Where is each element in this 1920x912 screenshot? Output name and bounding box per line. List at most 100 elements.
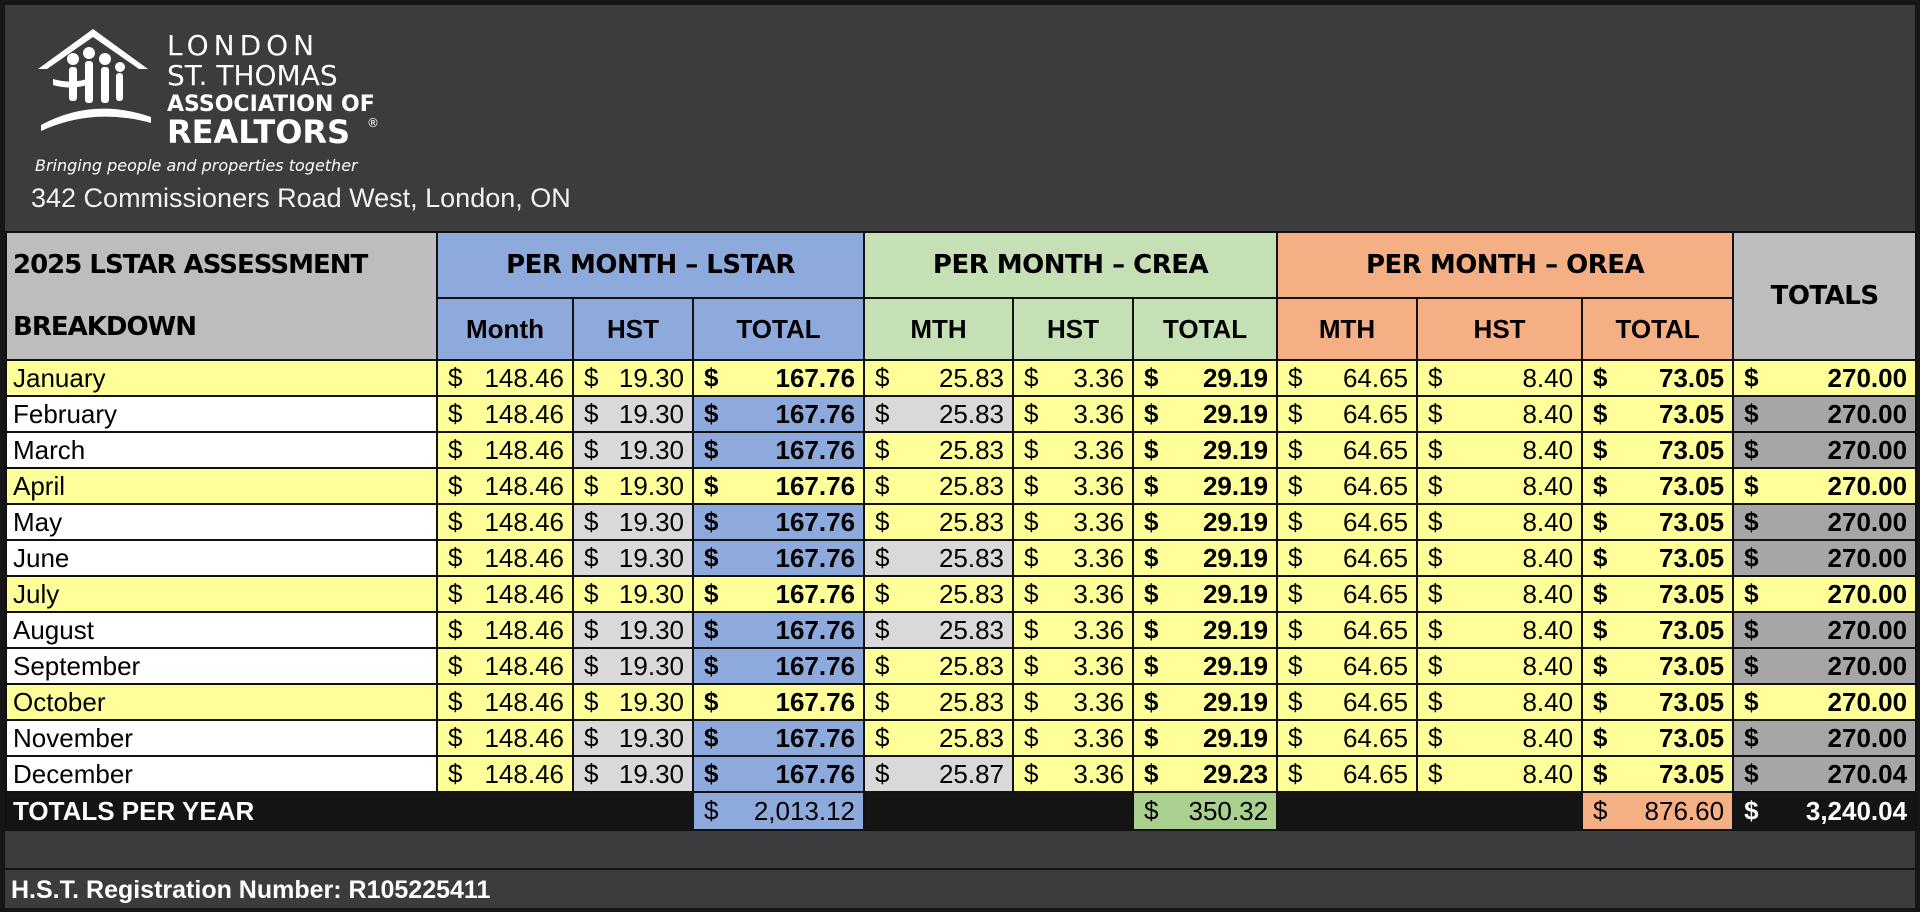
amount-cell: $29.23 — [1132, 755, 1279, 793]
totals-spacer-2 — [1276, 791, 1584, 831]
logo-text-line2: ST. THOMAS — [167, 59, 338, 92]
amount-cell: $25.83 — [863, 539, 1015, 577]
amount-cell: $64.65 — [1276, 503, 1419, 541]
amount-cell: $167.76 — [691, 467, 866, 505]
amount-cell: $167.76 — [691, 719, 866, 757]
month-label: January — [5, 359, 438, 397]
table-title: 2025 LSTAR ASSESSMENT BREAKDOWN — [5, 231, 438, 361]
amount-cell: $19.30 — [572, 503, 694, 541]
amount-cell: $29.19 — [1132, 719, 1279, 757]
assessment-table: 2025 LSTAR ASSESSMENT BREAKDOWN PER MONT… — [5, 231, 1918, 831]
grand-total-year: $3,240.04 — [1732, 791, 1918, 831]
amount-cell: $73.05 — [1581, 539, 1735, 577]
amount-cell: $167.76 — [691, 647, 866, 685]
subheader-lstar-month: Month — [436, 297, 574, 361]
amount-cell: $25.83 — [863, 647, 1015, 685]
amount-cell: $167.76 — [691, 575, 866, 613]
subheader-crea-hst: HST — [1012, 297, 1135, 361]
amount-cell: $148.46 — [436, 503, 574, 541]
amount-cell: $8.40 — [1416, 395, 1584, 433]
amount-cell: $3.36 — [1012, 539, 1135, 577]
amount-cell: $8.40 — [1416, 611, 1584, 649]
amount-cell: $64.65 — [1276, 467, 1419, 505]
amount-cell: $64.65 — [1276, 719, 1419, 757]
month-label: December — [5, 755, 438, 793]
amount-cell: $64.65 — [1276, 611, 1419, 649]
amount-cell: $8.40 — [1416, 539, 1584, 577]
amount-cell: $3.36 — [1012, 683, 1135, 721]
month-label: September — [5, 647, 438, 685]
subheader-crea-total: TOTAL — [1132, 297, 1279, 361]
amount-cell: $19.30 — [572, 395, 694, 433]
amount-cell: $3.36 — [1012, 503, 1135, 541]
table-row: May $148.46 $19.30 $167.76 $25.83 $3.36 $29.19… — [5, 503, 1918, 541]
amount-cell: $167.76 — [691, 431, 866, 469]
totals-spacer-1 — [863, 791, 1135, 831]
group-header-lstar: PER MONTH – LSTAR — [435, 231, 866, 299]
table-row: January $148.46 $19.30 $167.76 $25.83 $3.36 $2… — [5, 359, 1918, 397]
amount-cell: $19.30 — [572, 359, 694, 397]
amount-cell: $3.36 — [1012, 431, 1135, 469]
amount-cell: $167.76 — [691, 395, 866, 433]
month-label: March — [5, 431, 438, 469]
amount-cell: $73.05 — [1581, 719, 1735, 757]
amount-cell: $167.76 — [691, 539, 866, 577]
amount-cell: $29.19 — [1132, 647, 1279, 685]
amount-cell: $19.30 — [572, 575, 694, 613]
amount-cell: $270.04 — [1732, 755, 1918, 793]
amount-cell: $8.40 — [1416, 467, 1584, 505]
amount-cell: $270.00 — [1732, 431, 1918, 469]
lstar-logo: LONDON ST. THOMAS ASSOCIATION OF REALTOR… — [35, 29, 379, 175]
amount-cell: $167.76 — [691, 503, 866, 541]
amount-cell: $64.65 — [1276, 683, 1419, 721]
amount-cell: $19.30 — [572, 683, 694, 721]
amount-cell: $8.40 — [1416, 683, 1584, 721]
amount-cell: $148.46 — [436, 539, 574, 577]
amount-cell: $270.00 — [1732, 359, 1918, 397]
total-lstar-year: $2,013.12 — [691, 791, 866, 831]
month-label: June — [5, 539, 438, 577]
subheader-lstar-hst: HST — [572, 297, 694, 361]
amount-cell: $148.46 — [436, 431, 574, 469]
amount-cell: $3.36 — [1012, 755, 1135, 793]
table-row: December $148.46 $19.30 $167.76 $25.87 $3.36 $… — [5, 755, 1918, 793]
table-row: April $148.46 $19.30 $167.76 $25.83 $3.36 $29.… — [5, 467, 1918, 505]
amount-cell: $148.46 — [436, 359, 574, 397]
totals-label: TOTALS PER YEAR — [5, 791, 694, 831]
amount-cell: $3.36 — [1012, 395, 1135, 433]
amount-cell: $3.36 — [1012, 611, 1135, 649]
amount-cell: $148.46 — [436, 575, 574, 613]
table-row: June $148.46 $19.30 $167.76 $25.83 $3.36 $29.1… — [5, 539, 1918, 577]
amount-cell: $73.05 — [1581, 755, 1735, 793]
amount-cell: $19.30 — [572, 647, 694, 685]
month-label: October — [5, 683, 438, 721]
month-label: August — [5, 611, 438, 649]
amount-cell: $64.65 — [1276, 539, 1419, 577]
amount-cell: $19.30 — [572, 611, 694, 649]
amount-cell: $148.46 — [436, 755, 574, 793]
page-frame: LONDON ST. THOMAS ASSOCIATION OF REALTOR… — [0, 0, 1920, 912]
group-header-crea: PER MONTH – CREA — [863, 231, 1279, 299]
registered-mark: ® — [367, 116, 379, 130]
amount-cell: $73.05 — [1581, 683, 1735, 721]
table-row: February $148.46 $19.30 $167.76 $25.83 $3.36 $… — [5, 395, 1918, 433]
amount-cell: $270.00 — [1732, 719, 1918, 757]
amount-cell: $64.65 — [1276, 431, 1419, 469]
month-rows: January $148.46 $19.30 $167.76 $25.83 $3.36 $2… — [5, 359, 1918, 793]
amount-cell: $64.65 — [1276, 647, 1419, 685]
amount-cell: $73.05 — [1581, 575, 1735, 613]
amount-cell: $270.00 — [1732, 683, 1918, 721]
amount-cell: $8.40 — [1416, 503, 1584, 541]
amount-cell: $73.05 — [1581, 503, 1735, 541]
amount-cell: $25.87 — [863, 755, 1015, 793]
table-row: March $148.46 $19.30 $167.76 $25.83 $3.36 $29.… — [5, 431, 1918, 469]
month-label: May — [5, 503, 438, 541]
amount-cell: $19.30 — [572, 539, 694, 577]
amount-cell: $29.19 — [1132, 431, 1279, 469]
amount-cell: $25.83 — [863, 431, 1015, 469]
amount-cell: $270.00 — [1732, 539, 1918, 577]
amount-cell: $73.05 — [1581, 431, 1735, 469]
amount-cell: $3.36 — [1012, 359, 1135, 397]
group-header-orea: PER MONTH – OREA — [1276, 231, 1735, 299]
amount-cell: $29.19 — [1132, 575, 1279, 613]
